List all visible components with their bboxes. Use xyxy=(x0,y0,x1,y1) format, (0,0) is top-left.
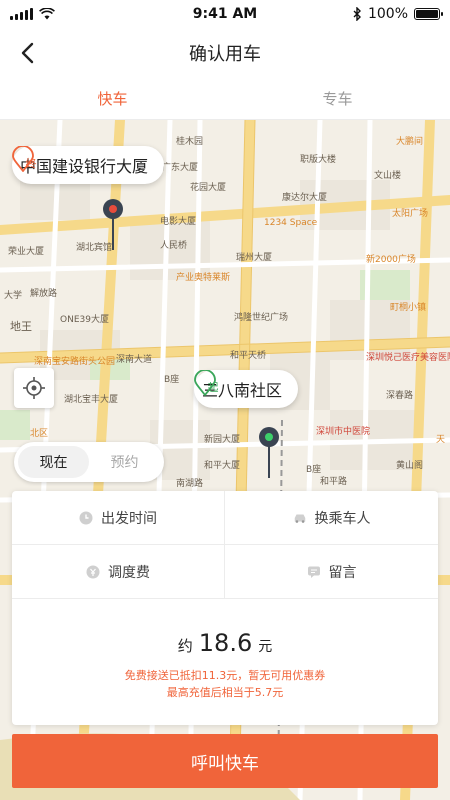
map-label: 深春路 xyxy=(386,391,414,401)
signal-icon xyxy=(10,8,33,20)
status-time: 9:41 AM xyxy=(192,6,258,22)
map-label: 瑞州大厦 xyxy=(236,253,273,263)
price-unit: 元 xyxy=(258,639,273,655)
back-button[interactable] xyxy=(10,36,44,70)
car-icon xyxy=(293,511,307,525)
map-label: 天 xyxy=(436,435,446,445)
locate-icon xyxy=(23,377,45,399)
map-label: 大学 xyxy=(4,291,23,301)
change-rider-option[interactable]: 换乘车人 xyxy=(225,491,438,545)
origin-pin-icon xyxy=(259,427,279,478)
dispatch-fee-label: 调度费 xyxy=(108,564,150,581)
clock-icon xyxy=(79,511,93,525)
map-label: 和平天桥 xyxy=(230,351,267,361)
map-label: 新2000广场 xyxy=(366,255,416,265)
map-label: 人民桥 xyxy=(160,241,188,251)
call-express-button[interactable]: 呼叫快车 xyxy=(12,734,438,788)
map-label: 电影大厦 xyxy=(160,217,197,227)
map-label: 文山楼 xyxy=(374,171,402,181)
dispatch-fee-option[interactable]: 调度费 xyxy=(12,545,225,599)
status-right: 100% xyxy=(353,6,443,22)
page-title: 确认用车 xyxy=(189,44,261,65)
map-label: ONE39大厦 xyxy=(60,315,109,325)
map-label: 桂木园 xyxy=(176,137,204,147)
wifi-icon xyxy=(39,8,55,20)
map-label: 荣业大厦 xyxy=(8,247,45,257)
map-label: 北区 xyxy=(30,429,49,439)
map-label: 大鹏间 xyxy=(396,137,424,147)
map-label: 深圳市中医院 xyxy=(316,427,371,437)
map-label: 和平大厦 xyxy=(204,461,241,471)
price-prefix: 约 xyxy=(177,637,193,655)
destination-bubble[interactable]: 终 中国建设银行大厦 xyxy=(12,146,165,184)
message-option[interactable]: 留言 xyxy=(225,545,438,599)
time-mode-toggle: 现在 预约 xyxy=(14,442,164,482)
map-label: 广东大厦 xyxy=(162,163,199,173)
destination-badge-text: 终 xyxy=(25,157,37,170)
map-label: B座 xyxy=(164,375,180,385)
depart-time-label: 出发时间 xyxy=(101,510,157,527)
map-label: 太阳广场 xyxy=(392,209,429,219)
map-label: 湖北宝丰大厦 xyxy=(64,395,119,405)
map-label: 鸿隆世纪广场 xyxy=(234,313,289,323)
price-area: 约 18.6 元 免费接送已抵扣11.3元，暂无可用优惠券 最高充值后相当于5.… xyxy=(12,599,438,701)
depart-time-option[interactable]: 出发时间 xyxy=(12,491,225,545)
message-icon xyxy=(307,565,321,579)
map-label: 产业奥特莱斯 xyxy=(176,273,231,283)
toggle-now[interactable]: 现在 xyxy=(18,446,89,478)
price-value: 18.6 xyxy=(198,629,253,657)
map-label: 深南大道 xyxy=(116,355,153,365)
map-label: 和平路 xyxy=(320,477,348,487)
map-label: 地王 xyxy=(10,320,32,333)
status-left xyxy=(10,8,55,20)
battery-icon xyxy=(414,8,443,20)
origin-bubble[interactable]: 起 三八南社区 xyxy=(194,370,299,408)
trip-info-card: 出发时间 换乘车人 调度费 留言 约 18.6 元 免费接送已抵扣11.3元，暂… xyxy=(12,491,438,725)
status-bar: 9:41 AM 100% xyxy=(0,0,450,28)
origin-badge-text: 起 xyxy=(207,381,219,394)
map-label: 解放路 xyxy=(30,289,58,299)
recharge-note: 最高充值后相当于5.7元 xyxy=(166,686,284,699)
change-rider-label: 换乘车人 xyxy=(314,510,371,527)
map-label: 1234 Space xyxy=(264,218,318,228)
service-tabs: 快车 专车 xyxy=(0,78,450,120)
map-label: 康达尔大厦 xyxy=(282,193,328,203)
tab-express[interactable]: 快车 xyxy=(0,78,225,119)
price-line[interactable]: 约 18.6 元 xyxy=(12,629,438,657)
price-note: 免费接送已抵扣11.3元，暂无可用优惠券 最高充值后相当于5.7元 xyxy=(12,667,438,701)
toggle-reserve[interactable]: 预约 xyxy=(89,446,160,478)
bluetooth-icon xyxy=(353,7,361,21)
nav-bar: 确认用车 xyxy=(0,28,450,78)
map-label: 深圳悦己医疗美容医院 xyxy=(366,353,450,363)
discount-note: 免费接送已抵扣11.3元，暂无可用优惠券 xyxy=(124,669,326,682)
map-label: 花园大厦 xyxy=(190,183,227,193)
chevron-left-icon xyxy=(21,42,34,64)
message-label: 留言 xyxy=(328,564,357,581)
map-label: B座 xyxy=(306,465,322,475)
map-label: 新园大厦 xyxy=(204,435,241,445)
tab-premier[interactable]: 专车 xyxy=(225,78,450,119)
map-label: 职版大楼 xyxy=(300,155,337,165)
map-label: 南湖路 xyxy=(176,479,204,489)
option-grid: 出发时间 换乘车人 调度费 留言 xyxy=(12,491,438,599)
fee-icon xyxy=(86,565,100,579)
destination-pin-icon xyxy=(103,199,123,250)
map-label: 町桐小镇 xyxy=(390,303,427,313)
locate-button[interactable] xyxy=(14,368,54,408)
map-label: 深南宝安路街头公园 xyxy=(34,357,116,367)
map-label: 黄山阁 xyxy=(396,461,424,471)
battery-percent: 100% xyxy=(367,6,408,22)
